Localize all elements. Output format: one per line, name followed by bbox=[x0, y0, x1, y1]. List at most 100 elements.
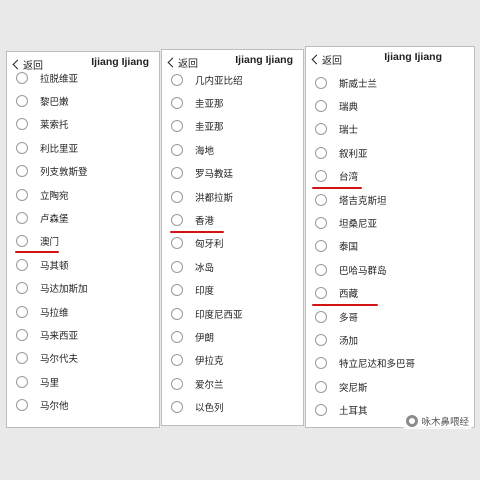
radio-button[interactable] bbox=[171, 354, 183, 367]
list-item[interactable]: 坦桑尼亚 bbox=[306, 211, 474, 234]
list-item[interactable]: 匈牙利 bbox=[162, 232, 303, 255]
item-label: 圭亚那 bbox=[195, 99, 224, 111]
radio-button[interactable] bbox=[16, 305, 28, 318]
list-item[interactable]: 海地 bbox=[162, 138, 303, 161]
list-item[interactable]: 汤加 bbox=[306, 328, 474, 351]
radio-button[interactable] bbox=[171, 73, 183, 86]
radio-button[interactable] bbox=[171, 401, 183, 414]
list-item[interactable]: 突尼斯 bbox=[306, 375, 474, 398]
list-item[interactable]: 斯威士兰 bbox=[306, 71, 474, 94]
radio-button[interactable] bbox=[171, 260, 183, 273]
item-label: 泰国 bbox=[339, 242, 359, 254]
list-item[interactable]: 塔吉克斯坦 bbox=[306, 188, 474, 211]
country-list: 几内亚比绍 圭亚那 圭亚那 海地 罗马教廷 洪都拉斯 香港 匈牙利 冰岛 印度 … bbox=[162, 68, 303, 419]
list-item[interactable]: 马达加斯加 bbox=[7, 277, 159, 300]
radio-button[interactable] bbox=[315, 310, 327, 323]
radio-button[interactable] bbox=[315, 217, 327, 230]
country-list: 拉脱维亚 黎巴嫩 莱索托 利比里亚 列支敦斯登 立陶宛 卢森堡 澳门 马其顿 马… bbox=[7, 66, 159, 417]
radio-button[interactable] bbox=[315, 123, 327, 136]
radio-button[interactable] bbox=[171, 143, 183, 156]
list-item[interactable]: 爱尔兰 bbox=[162, 372, 303, 395]
radio-button[interactable] bbox=[16, 118, 28, 131]
list-item[interactable]: 瑞典 bbox=[306, 94, 474, 117]
list-item[interactable]: 瑞士 bbox=[306, 118, 474, 141]
page-title: Ijiang Ijiang bbox=[235, 54, 293, 66]
radio-button[interactable] bbox=[171, 214, 183, 227]
radio-button[interactable] bbox=[315, 170, 327, 183]
list-item[interactable]: 拉脱维亚 bbox=[7, 66, 159, 89]
list-item-highlighted[interactable]: 香港 bbox=[162, 208, 303, 233]
radio-button[interactable] bbox=[315, 146, 327, 159]
radio-button[interactable] bbox=[315, 333, 327, 346]
radio-button[interactable] bbox=[16, 235, 28, 248]
list-item[interactable]: 马尔代夫 bbox=[7, 347, 159, 370]
list-item[interactable]: 伊拉克 bbox=[162, 349, 303, 372]
list-item[interactable]: 圭亚那 bbox=[162, 91, 303, 114]
list-item[interactable]: 以色列 bbox=[162, 395, 303, 418]
radio-button[interactable] bbox=[315, 100, 327, 113]
list-item[interactable]: 几内亚比绍 bbox=[162, 68, 303, 91]
radio-button[interactable] bbox=[315, 404, 327, 417]
list-item[interactable]: 列支敦斯登 bbox=[7, 160, 159, 183]
radio-button[interactable] bbox=[315, 287, 327, 300]
item-label: 利比里亚 bbox=[40, 143, 79, 155]
list-item[interactable]: 特立尼达和多巴哥 bbox=[306, 352, 474, 375]
radio-button[interactable] bbox=[16, 328, 28, 341]
item-label: 黎巴嫩 bbox=[40, 97, 69, 109]
radio-button[interactable] bbox=[171, 167, 183, 180]
radio-button[interactable] bbox=[171, 190, 183, 203]
list-item[interactable]: 冰岛 bbox=[162, 255, 303, 278]
list-item[interactable]: 卢森堡 bbox=[7, 206, 159, 229]
list-item[interactable]: 洪都拉斯 bbox=[162, 185, 303, 208]
list-item-highlighted[interactable]: 澳门 bbox=[7, 230, 159, 254]
radio-button[interactable] bbox=[16, 258, 28, 271]
list-item[interactable]: 利比里亚 bbox=[7, 136, 159, 159]
list-item-highlighted[interactable]: 台湾 bbox=[306, 165, 474, 189]
radio-button[interactable] bbox=[16, 165, 28, 178]
item-label: 多哥 bbox=[339, 312, 359, 324]
list-item[interactable]: 莱索托 bbox=[7, 113, 159, 136]
radio-button[interactable] bbox=[16, 212, 28, 225]
radio-button[interactable] bbox=[16, 141, 28, 154]
radio-button[interactable] bbox=[315, 263, 327, 276]
list-item[interactable]: 马其顿 bbox=[7, 253, 159, 276]
radio-button[interactable] bbox=[315, 357, 327, 370]
list-item[interactable]: 印度尼西亚 bbox=[162, 302, 303, 325]
radio-button[interactable] bbox=[315, 76, 327, 89]
radio-button[interactable] bbox=[16, 95, 28, 108]
radio-button[interactable] bbox=[16, 282, 28, 295]
radio-button[interactable] bbox=[171, 307, 183, 320]
radio-button[interactable] bbox=[171, 377, 183, 390]
list-item[interactable]: 圭亚那 bbox=[162, 115, 303, 138]
radio-button[interactable] bbox=[315, 380, 327, 393]
list-item[interactable]: 印度 bbox=[162, 279, 303, 302]
radio-button[interactable] bbox=[16, 352, 28, 365]
radio-button[interactable] bbox=[16, 71, 28, 84]
list-item[interactable]: 多哥 bbox=[306, 305, 474, 328]
list-item[interactable]: 立陶宛 bbox=[7, 183, 159, 206]
radio-button[interactable] bbox=[171, 97, 183, 110]
radio-button[interactable] bbox=[16, 399, 28, 412]
list-item[interactable]: 黎巴嫩 bbox=[7, 89, 159, 112]
item-label: 西藏 bbox=[339, 289, 359, 301]
list-item[interactable]: 马来西亚 bbox=[7, 323, 159, 346]
list-item[interactable]: 马里 bbox=[7, 370, 159, 393]
radio-button[interactable] bbox=[16, 375, 28, 388]
item-label: 卢森堡 bbox=[40, 214, 69, 226]
list-item[interactable]: 罗马教廷 bbox=[162, 162, 303, 185]
radio-button[interactable] bbox=[16, 188, 28, 201]
list-item[interactable]: 马拉维 bbox=[7, 300, 159, 323]
list-item[interactable]: 马尔他 bbox=[7, 393, 159, 416]
list-item-highlighted[interactable]: 西藏 bbox=[306, 282, 474, 306]
list-item[interactable]: 巴哈马群岛 bbox=[306, 258, 474, 281]
radio-button[interactable] bbox=[171, 237, 183, 250]
radio-button[interactable] bbox=[315, 193, 327, 206]
radio-button[interactable] bbox=[171, 284, 183, 297]
list-item[interactable]: 伊朗 bbox=[162, 325, 303, 348]
list-item[interactable]: 叙利亚 bbox=[306, 141, 474, 164]
radio-button[interactable] bbox=[171, 330, 183, 343]
radio-button[interactable] bbox=[315, 240, 327, 253]
back-button[interactable]: 返回 bbox=[310, 52, 342, 67]
list-item[interactable]: 泰国 bbox=[306, 235, 474, 258]
radio-button[interactable] bbox=[171, 120, 183, 133]
